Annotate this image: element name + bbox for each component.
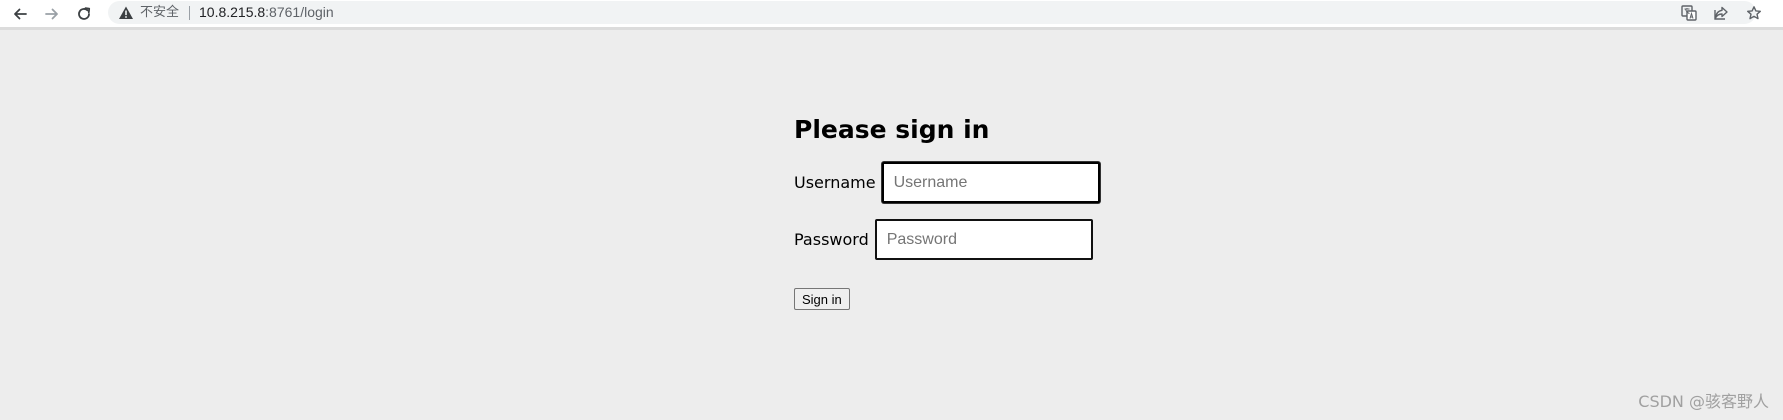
reload-button[interactable]: [72, 2, 96, 26]
password-row: Password: [794, 219, 1093, 260]
translate-button[interactable]: [1679, 3, 1699, 23]
url-host: 10.8.215.8: [199, 4, 266, 20]
forward-button[interactable]: [40, 2, 64, 26]
omnibox-divider: [189, 6, 190, 20]
arrow-right-icon: [45, 8, 58, 20]
address-bar[interactable]: 不安全 10.8.215.8:8761/login: [108, 1, 1756, 24]
username-input[interactable]: [881, 162, 1100, 203]
share-icon: [1714, 6, 1728, 20]
bookmark-button[interactable]: [1744, 3, 1764, 23]
insecure-label[interactable]: 不安全: [140, 5, 179, 20]
watermark: CSDN @骇客野人: [1638, 392, 1769, 411]
reload-icon: [78, 7, 91, 20]
username-label: Username: [794, 173, 876, 192]
back-button[interactable]: [8, 2, 32, 26]
sign-in-button[interactable]: Sign in: [794, 288, 850, 310]
login-form: Please sign in Username Password Sign in: [794, 112, 1100, 310]
page-title: Please sign in: [794, 115, 990, 144]
url-text[interactable]: 10.8.215.8:8761/login: [199, 4, 334, 21]
warning-triangle-icon[interactable]: [118, 5, 134, 21]
password-label: Password: [794, 230, 869, 249]
password-input[interactable]: [874, 219, 1093, 260]
star-icon: [1747, 6, 1761, 20]
url-path: :8761/login: [265, 4, 334, 20]
translate-icon: [1681, 5, 1697, 21]
arrow-left-icon: [14, 8, 27, 20]
share-button[interactable]: [1711, 3, 1731, 23]
username-row: Username: [794, 162, 1100, 203]
browser-toolbar: 不安全 10.8.215.8:8761/login: [0, 0, 1783, 30]
